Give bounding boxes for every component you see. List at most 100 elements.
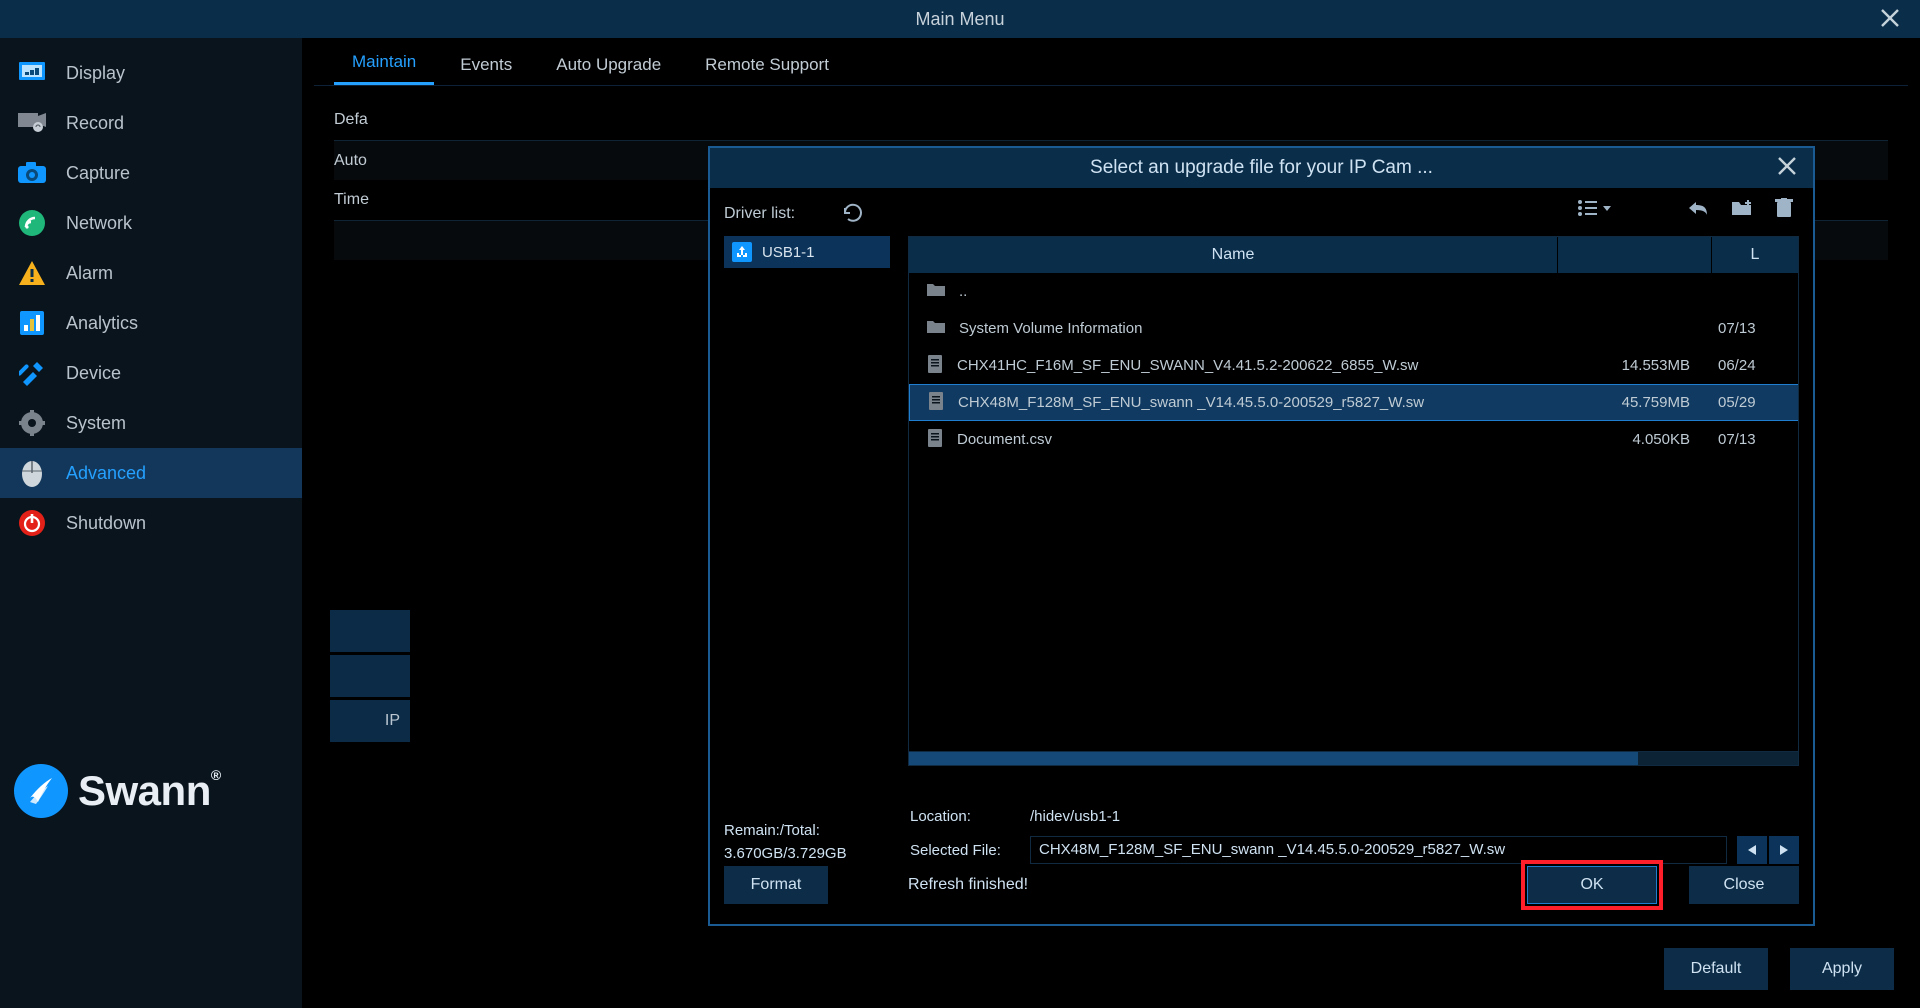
file-icon	[928, 392, 944, 414]
brand-logo: Swann®	[14, 764, 221, 818]
wifi-icon	[18, 209, 46, 237]
sidebar-item-advanced[interactable]: Advanced	[0, 448, 302, 498]
sidebar-item-label: Advanced	[66, 463, 146, 484]
brand-mark-icon	[14, 764, 68, 818]
file-row[interactable]: CHX48M_F128M_SF_ENU_swann _V14.45.5.0-20…	[909, 384, 1798, 421]
dialog-titlebar: Select an upgrade file for your IP Cam .…	[710, 148, 1813, 188]
bottombar: Default Apply	[1664, 948, 1894, 990]
file-columns: Name L	[909, 237, 1798, 273]
format-button[interactable]: Format	[724, 866, 828, 904]
upgrade-file-dialog: Select an upgrade file for your IP Cam .…	[708, 146, 1815, 926]
horizontal-scrollbar[interactable]	[909, 751, 1798, 765]
drive-list: USB1-1	[724, 236, 890, 766]
file-row[interactable]: System Volume Information07/13	[909, 310, 1798, 347]
sidebar-item-capture[interactable]: Capture	[0, 148, 302, 198]
column-date[interactable]: L	[1712, 237, 1798, 273]
status-text: Refresh finished!	[908, 876, 1028, 894]
sidebar-item-system[interactable]: System	[0, 398, 302, 448]
main-panel: Maintain Events Auto Upgrade Remote Supp…	[302, 38, 1920, 1008]
ok-button[interactable]: OK	[1527, 866, 1657, 904]
power-icon	[18, 509, 46, 537]
ip-label: IP	[385, 712, 400, 730]
ok-highlight: OK	[1521, 860, 1663, 910]
camera-icon	[18, 159, 46, 187]
tab-remote-support[interactable]: Remote Support	[687, 45, 847, 85]
tabs: Maintain Events Auto Upgrade Remote Supp…	[314, 40, 1908, 86]
sidebar-item-label: Analytics	[66, 313, 138, 334]
file-name: Document.csv	[957, 431, 1052, 448]
location-value: /hidev/usb1-1	[1030, 808, 1120, 825]
file-name: CHX41HC_F16M_SF_ENU_SWANN_V4.41.5.2-2006…	[957, 357, 1418, 374]
tab-events[interactable]: Events	[442, 45, 530, 85]
gear-icon	[18, 409, 46, 437]
file-row[interactable]: ..	[909, 273, 1798, 310]
analytics-icon	[18, 309, 46, 337]
sidebar-item-label: Display	[66, 63, 125, 84]
sidebar-item-label: Shutdown	[66, 513, 146, 534]
new-folder-icon[interactable]	[1731, 199, 1753, 217]
tools-icon	[18, 359, 46, 387]
file-size: 4.050KB	[1558, 431, 1712, 448]
column-name[interactable]: Name	[909, 237, 1558, 273]
titlebar: Main Menu	[0, 0, 1920, 38]
file-name: CHX48M_F128M_SF_ENU_swann _V14.45.5.0-20…	[958, 394, 1424, 411]
file-name: ..	[959, 283, 967, 300]
file-browser: Name L ..System Volume Information07/13C…	[908, 236, 1799, 766]
back-icon[interactable]	[1687, 199, 1709, 217]
background-strips: IP	[330, 610, 410, 745]
sidebar-item-label: System	[66, 413, 126, 434]
sidebar-item-label: Network	[66, 213, 132, 234]
dialog-title: Select an upgrade file for your IP Cam .…	[1090, 157, 1433, 179]
drive-label: USB1-1	[762, 244, 815, 261]
sidebar-item-label: Record	[66, 113, 124, 134]
file-icon	[927, 355, 943, 377]
default-button[interactable]: Default	[1664, 948, 1768, 990]
toolbar	[1577, 198, 1793, 218]
file-row[interactable]: Document.csv 4.050KB07/13	[909, 421, 1798, 458]
mouse-icon	[18, 459, 46, 487]
sidebar: Display Record Capture Network Alarm	[0, 38, 302, 1008]
file-date: 06/24	[1712, 357, 1798, 374]
sidebar-item-record[interactable]: Record	[0, 98, 302, 148]
file-row[interactable]: CHX41HC_F16M_SF_ENU_SWANN_V4.41.5.2-2006…	[909, 347, 1798, 384]
driver-list-label: Driver list:	[724, 205, 840, 223]
alert-icon	[18, 259, 46, 287]
file-size: 14.553MB	[1558, 357, 1712, 374]
apply-button[interactable]: Apply	[1790, 948, 1894, 990]
tab-maintain[interactable]: Maintain	[334, 42, 434, 85]
form-row: Defa	[334, 100, 1888, 140]
file-size: 45.759MB	[1558, 394, 1712, 411]
brand-name: Swann®	[78, 767, 221, 815]
location-label: Location:	[910, 808, 1030, 825]
view-list-icon[interactable]	[1577, 199, 1613, 217]
remain-label: Remain:/Total:	[724, 822, 894, 839]
sidebar-item-display[interactable]: Display	[0, 48, 302, 98]
sidebar-item-shutdown[interactable]: Shutdown	[0, 498, 302, 548]
sidebar-item-network[interactable]: Network	[0, 198, 302, 248]
tab-auto-upgrade[interactable]: Auto Upgrade	[538, 45, 679, 85]
sidebar-item-label: Device	[66, 363, 121, 384]
column-size[interactable]	[1558, 237, 1712, 273]
sidebar-item-label: Capture	[66, 163, 130, 184]
usb-icon	[732, 242, 752, 262]
drive-item[interactable]: USB1-1	[724, 236, 890, 268]
close-button[interactable]: Close	[1689, 866, 1799, 904]
file-name: System Volume Information	[959, 320, 1142, 337]
window-title: Main Menu	[915, 9, 1004, 30]
window-close-icon[interactable]	[1878, 6, 1902, 35]
trash-icon[interactable]	[1775, 198, 1793, 218]
folder-icon	[927, 319, 945, 338]
sidebar-item-device[interactable]: Device	[0, 348, 302, 398]
record-icon	[18, 109, 46, 137]
file-date: 07/13	[1712, 431, 1798, 448]
file-date: 05/29	[1712, 394, 1798, 411]
file-icon	[927, 429, 943, 451]
folder-icon	[927, 282, 945, 301]
selected-file-label: Selected File:	[910, 842, 1030, 859]
sidebar-item-alarm[interactable]: Alarm	[0, 248, 302, 298]
refresh-icon[interactable]	[842, 202, 866, 226]
sidebar-item-analytics[interactable]: Analytics	[0, 298, 302, 348]
display-icon	[18, 59, 46, 87]
dialog-close-icon[interactable]	[1775, 154, 1799, 183]
sidebar-item-label: Alarm	[66, 263, 113, 284]
